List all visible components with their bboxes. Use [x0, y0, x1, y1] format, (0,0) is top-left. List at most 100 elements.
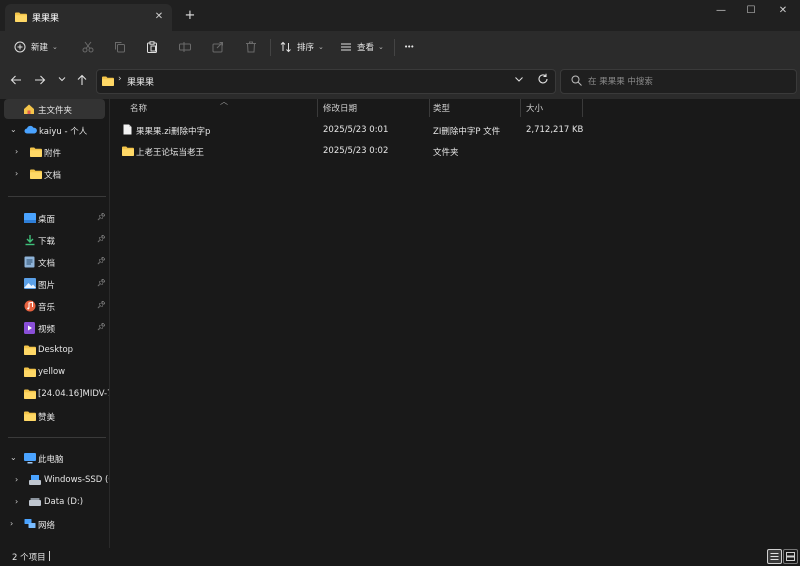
column-header-type[interactable]: 类型	[433, 102, 450, 120]
view-button[interactable]: 查看 ⌄	[340, 31, 384, 63]
copy-button[interactable]	[114, 31, 126, 63]
chevron-right-icon[interactable]: ›	[15, 475, 18, 484]
sort-button[interactable]: 排序 ⌄	[280, 31, 324, 63]
column-divider[interactable]	[520, 99, 521, 117]
sidebar-item-home[interactable]: 主文件夹	[4, 99, 105, 119]
status-bar: 2 个项目	[0, 548, 800, 565]
trash-icon	[245, 41, 257, 53]
table-row[interactable]: 果果果.zi删除中字p 2025/5/23 0:01 ZI删除中字P 文件 2,…	[110, 120, 583, 140]
maximize-button[interactable]: ☐	[737, 2, 765, 20]
more-options-button[interactable]: •••	[404, 31, 414, 63]
sidebar-item-desktop[interactable]: 桌面 📌︎	[0, 208, 109, 228]
toolbar-divider	[394, 39, 395, 56]
sidebar-item-midv[interactable]: [24.04.16]MIDV-7	[0, 384, 109, 404]
rename-button[interactable]	[179, 31, 191, 63]
address-bar[interactable]: › 果果果	[96, 69, 556, 94]
paste-button[interactable]	[146, 31, 158, 63]
drive-icon	[29, 475, 41, 488]
pin-icon[interactable]: 📌︎	[97, 213, 106, 221]
chevron-down-icon: ⌄	[378, 43, 384, 51]
sidebar-item-desktop-folder[interactable]: Desktop	[0, 340, 109, 360]
forward-button[interactable]	[33, 74, 47, 88]
table-row[interactable]: 上老王论坛当老王 2025/5/23 0:02 文件夹	[110, 141, 580, 161]
chevron-right-icon[interactable]: ›	[10, 519, 13, 528]
sidebar-item-this-pc[interactable]: ⌄ 此电脑	[0, 448, 109, 468]
sidebar-item-label: 文档	[38, 259, 56, 269]
tab-current[interactable]: 果果果 ✕	[5, 4, 172, 31]
pin-icon[interactable]: 📌︎	[97, 301, 106, 309]
sidebar-item-yellow[interactable]: yellow	[0, 362, 109, 382]
up-button[interactable]	[75, 74, 89, 88]
chevron-right-icon[interactable]: ›	[15, 497, 18, 506]
more-icon: •••	[404, 43, 414, 51]
delete-button[interactable]	[245, 31, 257, 63]
pin-icon[interactable]: 📌︎	[97, 235, 106, 243]
tab-close-icon[interactable]: ✕	[152, 10, 166, 24]
column-header-name[interactable]: 名称	[130, 102, 147, 120]
chevron-right-icon[interactable]: ›	[15, 147, 18, 156]
column-header-modified[interactable]: 修改日期	[323, 102, 357, 120]
chevron-down-icon[interactable]: ⌄	[10, 125, 17, 134]
copy-icon	[114, 41, 126, 53]
tiles-view-button[interactable]	[783, 549, 798, 564]
sidebar-item-label: Desktop	[38, 345, 74, 355]
chevron-right-icon[interactable]: ›	[15, 169, 18, 178]
close-button[interactable]: ✕	[769, 2, 797, 20]
address-history-button[interactable]	[514, 74, 524, 87]
status-divider	[49, 551, 50, 561]
column-divider[interactable]	[317, 99, 318, 117]
sidebar-item-label: 图片	[38, 281, 56, 291]
details-view-button[interactable]	[767, 549, 782, 564]
sidebar-item-zanmei[interactable]: 赞美	[0, 406, 109, 426]
pin-icon[interactable]: 📌︎	[97, 279, 106, 287]
folder-icon	[122, 146, 134, 159]
folder-icon	[24, 389, 36, 402]
share-button[interactable]	[212, 31, 224, 63]
minimize-button[interactable]: —	[707, 2, 735, 20]
recent-locations-button[interactable]	[55, 74, 69, 88]
cloud-icon	[24, 125, 37, 137]
sidebar-item-onedrive[interactable]: ⌄ kaiyu - 个人	[0, 120, 109, 140]
sidebar-item-onedrive-attachments[interactable]: › 附件	[0, 142, 109, 162]
pin-icon[interactable]: 📌︎	[97, 323, 106, 331]
chevron-down-icon: ⌄	[318, 43, 324, 51]
video-icon	[24, 322, 35, 337]
cut-button[interactable]	[82, 31, 94, 63]
back-button[interactable]	[9, 74, 23, 88]
pin-icon[interactable]: 📌︎	[97, 257, 106, 265]
home-icon	[23, 103, 35, 118]
sidebar-item-downloads[interactable]: 下载 📌︎	[0, 230, 109, 250]
toolbar-divider	[270, 39, 271, 56]
sidebar-item-videos[interactable]: 视频 📌︎	[0, 318, 109, 338]
column-header-size[interactable]: 大小	[526, 102, 543, 120]
desktop-icon	[24, 213, 36, 226]
folder-icon	[24, 345, 36, 358]
tiles-view-icon	[786, 552, 795, 561]
navigation-pane: 主文件夹 ⌄ kaiyu - 个人 › 附件 › 文档 桌面 📌︎ 下载 📌︎ …	[0, 99, 110, 548]
sidebar-item-label: 音乐	[38, 303, 56, 313]
sidebar-item-drive-c[interactable]: › Windows-SSD (C	[0, 470, 109, 490]
new-tab-button[interactable]: +	[183, 9, 197, 23]
column-divider[interactable]	[429, 99, 430, 117]
picture-icon	[24, 278, 36, 292]
search-input[interactable]: 在 果果果 中搜索	[560, 69, 797, 94]
new-button[interactable]: 新建 ⌄	[14, 31, 58, 63]
sort-ascending-icon: ︿	[220, 97, 228, 106]
sidebar-item-onedrive-documents[interactable]: › 文档	[0, 164, 109, 184]
sidebar-item-drive-d[interactable]: › Data (D:)	[0, 492, 109, 512]
sidebar-item-pictures[interactable]: 图片 📌︎	[0, 274, 109, 294]
sort-icon	[280, 41, 292, 53]
new-button-label: 新建	[31, 43, 49, 53]
breadcrumb-separator[interactable]: ›	[118, 74, 122, 84]
sidebar-item-music[interactable]: 音乐 📌︎	[0, 296, 109, 316]
breadcrumb-current[interactable]: 果果果	[127, 75, 154, 88]
sidebar-item-documents[interactable]: 文档 📌︎	[0, 252, 109, 272]
details-view-icon	[770, 553, 779, 560]
sidebar-item-label: 文档	[44, 171, 62, 181]
sidebar-item-network[interactable]: › 网络	[0, 514, 109, 534]
chevron-down-icon[interactable]: ⌄	[10, 453, 17, 462]
refresh-button[interactable]	[537, 73, 549, 88]
sidebar-item-label: 下载	[38, 237, 56, 247]
title-bar: 果果果 ✕ + — ☐ ✕	[0, 0, 800, 31]
column-divider[interactable]	[582, 99, 583, 117]
